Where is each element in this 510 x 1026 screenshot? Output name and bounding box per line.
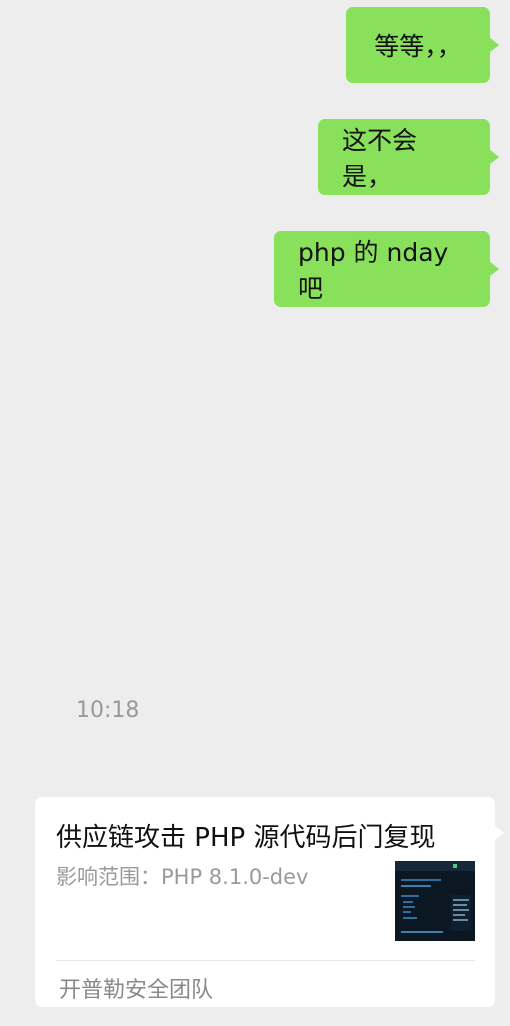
link-card-source: 开普勒安全团队 — [59, 978, 214, 1003]
link-card[interactable]: 供应链攻击 PHP 源代码后门复现 影响范围：PHP 8.1.0-dev 开普勒… — [35, 797, 504, 1007]
message-text: php 的 nday 吧 — [298, 238, 449, 303]
message-text: 等等，， — [374, 32, 462, 61]
link-card-description: 影响范围：PHP 8.1.0-dev — [56, 865, 309, 889]
message-bubble[interactable]: php 的 nday 吧 — [274, 231, 499, 307]
thumbnail-graphic — [395, 861, 475, 941]
link-card-title: 供应链攻击 PHP 源代码后门复现 — [56, 823, 436, 853]
message-text: 这不会是， — [342, 126, 418, 191]
link-card-divider — [56, 960, 475, 961]
message-bubble[interactable]: 这不会是， — [318, 119, 499, 195]
message-timestamp: 10:18 — [76, 698, 140, 723]
article-thumbnail-image — [395, 861, 475, 941]
message-bubble[interactable]: 等等，， — [346, 7, 499, 83]
